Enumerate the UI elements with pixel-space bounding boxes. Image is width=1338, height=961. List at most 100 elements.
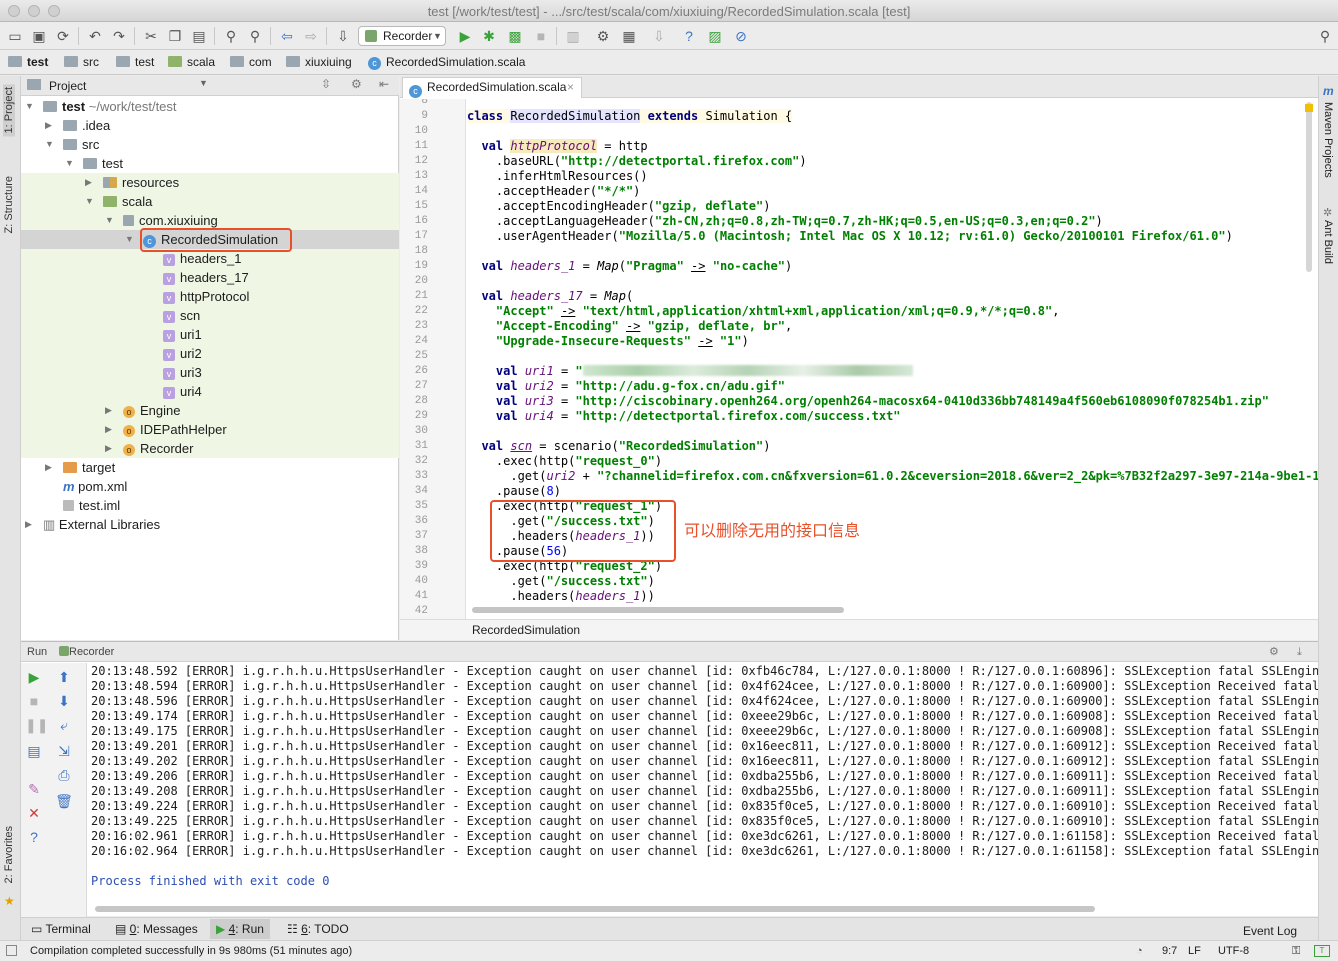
- search-everywhere-icon[interactable]: ⚲: [1316, 27, 1334, 45]
- pin-icon[interactable]: ✎: [25, 781, 43, 798]
- stop-icon[interactable]: ■: [25, 693, 43, 709]
- hide-panel-icon[interactable]: ⤓: [1297, 642, 1302, 662]
- chevron-down-icon[interactable]: ▼: [199, 78, 208, 88]
- chevron-right-icon[interactable]: ▶: [105, 439, 112, 458]
- tab-run[interactable]: ▶ 4: Run: [210, 919, 270, 939]
- console-output[interactable]: 20:13:48.592 [ERROR] i.g.r.h.h.u.HttpsUs…: [91, 664, 1318, 904]
- chevron-right-icon[interactable]: ▶: [25, 515, 32, 534]
- sync-icon[interactable]: ⟳: [54, 27, 72, 45]
- project-structure-icon[interactable]: ▦: [620, 27, 638, 45]
- chevron-right-icon[interactable]: ▶: [105, 401, 112, 420]
- back-icon[interactable]: ⇦: [278, 27, 296, 45]
- collapse-all-icon[interactable]: ⇳: [321, 77, 331, 91]
- chevron-down-icon[interactable]: ▼: [125, 230, 134, 249]
- no-entry-icon[interactable]: ⊘: [732, 27, 750, 45]
- chevron-down-icon[interactable]: ▼: [25, 97, 34, 116]
- tree-item[interactable]: m pom.xml: [21, 477, 399, 496]
- tree-item[interactable]: ▶ o Recorder: [21, 439, 399, 458]
- soft-wrap-icon[interactable]: ⤶: [55, 717, 73, 734]
- redo-icon[interactable]: ↷: [110, 27, 128, 45]
- inspection-icon[interactable]: ◔: [1136, 941, 1143, 961]
- tree-item[interactable]: ▼ scala: [21, 192, 399, 211]
- close-icon[interactable]: ✕: [25, 805, 43, 822]
- chevron-down-icon[interactable]: ▼: [105, 211, 114, 230]
- tree-item[interactable]: v uri1: [21, 325, 399, 344]
- horizontal-scrollbar[interactable]: [472, 607, 844, 613]
- save-icon[interactable]: ▣: [30, 27, 48, 45]
- scroll-to-end-icon[interactable]: ⇲: [55, 743, 73, 760]
- run-icon[interactable]: ▶: [456, 27, 474, 45]
- tree-item[interactable]: v uri4: [21, 382, 399, 401]
- stop-icon[interactable]: ■: [532, 27, 550, 45]
- tab-project[interactable]: 1: Project: [3, 84, 15, 137]
- tab-terminal[interactable]: ▭ Terminal: [31, 922, 91, 936]
- breadcrumb-item-src[interactable]: src: [64, 55, 99, 69]
- open-folder-icon[interactable]: ▭: [6, 27, 24, 45]
- warning-marker-icon[interactable]: [1305, 104, 1313, 112]
- tree-item[interactable]: ▶ o Engine: [21, 401, 399, 420]
- tab-todo[interactable]: ☷ 6: TODO: [287, 922, 349, 936]
- project-view-selector[interactable]: Project: [49, 79, 86, 93]
- debug-icon[interactable]: ✱: [480, 27, 498, 45]
- caret-position[interactable]: 9:7: [1162, 941, 1177, 961]
- activity-icon[interactable]: ▨: [706, 27, 724, 45]
- tab-event-log[interactable]: Event Log: [1243, 924, 1297, 938]
- tree-item[interactable]: ▼ test: [21, 154, 399, 173]
- breadcrumb-item-scala[interactable]: scala: [168, 55, 215, 69]
- chevron-right-icon[interactable]: ▶: [105, 420, 112, 439]
- chevron-down-icon[interactable]: ▼: [65, 154, 74, 173]
- gear-icon[interactable]: ⚙: [1269, 642, 1279, 662]
- coverage-icon[interactable]: ▩: [506, 27, 524, 45]
- editor-breadcrumb-item[interactable]: RecordedSimulation: [472, 623, 580, 637]
- breadcrumb-item-com[interactable]: com: [230, 55, 272, 69]
- tree-item[interactable]: ▶ o IDEPathHelper: [21, 420, 399, 439]
- tree-item[interactable]: v uri2: [21, 344, 399, 363]
- print-icon[interactable]: ⎙: [55, 767, 73, 784]
- tree-item[interactable]: ▼ test ~/work/test/test: [21, 97, 399, 116]
- tab-messages[interactable]: ▤ 0: Messages: [115, 922, 198, 936]
- paste-icon[interactable]: ▤: [190, 27, 208, 45]
- lock-icon[interactable]: ⚿: [1292, 941, 1300, 961]
- copy-icon[interactable]: ❐: [166, 27, 184, 45]
- tab-recorded-simulation[interactable]: c RecordedSimulation.scala ×: [402, 77, 582, 98]
- tree-item[interactable]: ▶ .idea: [21, 116, 399, 135]
- build-icon[interactable]: ⇩: [334, 27, 352, 45]
- pause-icon[interactable]: ❚❚: [25, 717, 48, 734]
- chevron-right-icon[interactable]: ▶: [45, 116, 52, 135]
- tree-item[interactable]: v headers_17: [21, 268, 399, 287]
- breadcrumb-item-test-folder[interactable]: test: [116, 55, 154, 69]
- close-icon[interactable]: ×: [567, 78, 574, 97]
- tree-item[interactable]: ▶ target: [21, 458, 399, 477]
- chevron-down-icon[interactable]: ▼: [45, 135, 54, 154]
- tree-item[interactable]: ▶ ▥ External Libraries: [21, 515, 399, 534]
- chevron-down-icon[interactable]: ▼: [85, 192, 94, 211]
- tab-favorites[interactable]: 2: Favorites: [3, 826, 15, 883]
- rerun-icon[interactable]: ▶: [25, 669, 43, 686]
- run-configuration-dropdown[interactable]: Recorder ▼: [358, 26, 446, 46]
- chevron-right-icon[interactable]: ▶: [85, 173, 92, 192]
- undo-icon[interactable]: ↶: [86, 27, 104, 45]
- breadcrumb-item-test[interactable]: test: [8, 55, 48, 69]
- forward-icon[interactable]: ⇨: [302, 27, 320, 45]
- tab-structure[interactable]: Z: Structure: [3, 176, 15, 233]
- hide-panel-icon[interactable]: ⇤: [379, 77, 389, 91]
- file-encoding[interactable]: UTF-8: [1218, 941, 1249, 961]
- dump-threads-icon[interactable]: ▤: [25, 743, 43, 760]
- replace-icon[interactable]: ⚲: [246, 27, 264, 45]
- clear-all-icon[interactable]: 🗑: [55, 793, 73, 810]
- run-tab-recorder[interactable]: Recorder: [69, 642, 114, 662]
- tab-ant-build[interactable]: Ant Build: [1322, 220, 1334, 264]
- gear-icon[interactable]: ⚙: [351, 77, 362, 91]
- line-separator[interactable]: LF: [1188, 941, 1201, 961]
- tree-item[interactable]: v scn: [21, 306, 399, 325]
- help-icon[interactable]: ?: [25, 829, 43, 845]
- tree-item[interactable]: v uri3: [21, 363, 399, 382]
- scroll-up-icon[interactable]: ⬆: [55, 669, 73, 686]
- cut-icon[interactable]: ✂: [142, 27, 160, 45]
- sdk-icon[interactable]: ⇩: [650, 27, 668, 45]
- tree-item[interactable]: test.iml: [21, 496, 399, 515]
- find-icon[interactable]: ⚲: [222, 27, 240, 45]
- tree-item[interactable]: v httpProtocol: [21, 287, 399, 306]
- tree-item[interactable]: ▶ resources: [21, 173, 399, 192]
- help-icon[interactable]: ?: [680, 27, 698, 45]
